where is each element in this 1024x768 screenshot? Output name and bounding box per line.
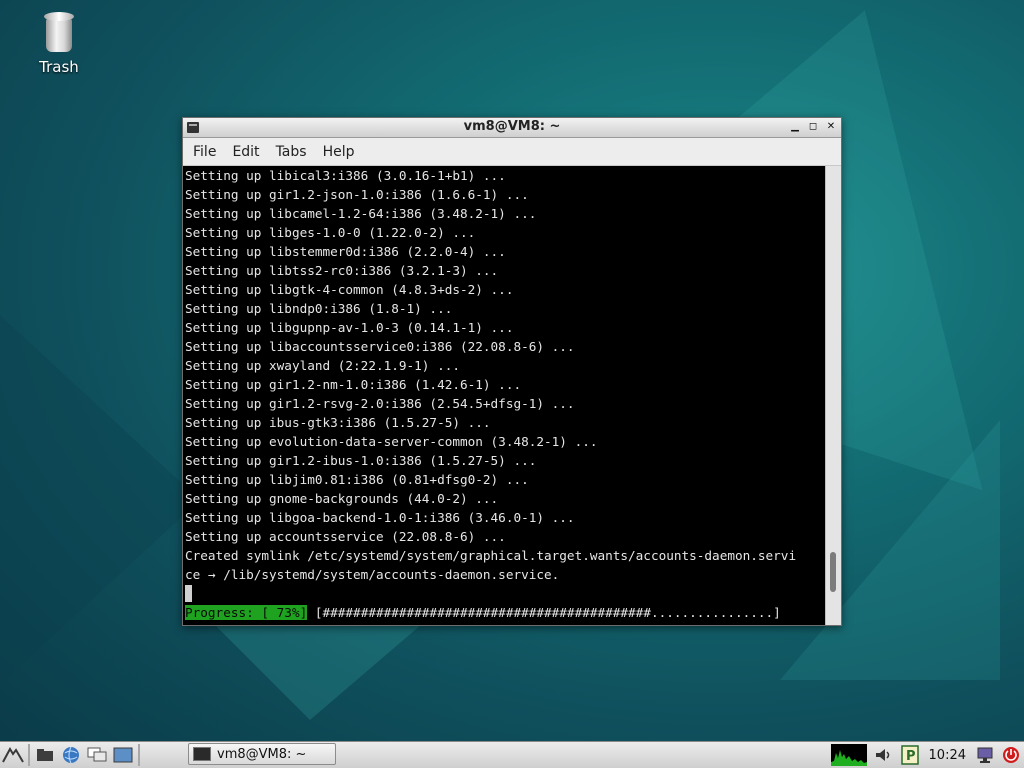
terminal-line: Setting up gir1.2-ibus-1.0:i386 (1.5.27-… [185, 453, 537, 468]
menu-help[interactable]: Help [315, 144, 363, 160]
terminal-scrollbar[interactable] [825, 166, 841, 625]
task-label: vm8@VM8: ~ [217, 746, 307, 762]
terminal-line: Setting up xwayland (2:22.1.9-1) ... [185, 358, 460, 373]
menu-edit[interactable]: Edit [224, 144, 267, 160]
progress-line: Progress: [ 73%] [######################… [185, 603, 828, 622]
menu-icon[interactable] [0, 743, 26, 767]
power-icon[interactable] [1000, 744, 1022, 766]
terminal-window[interactable]: vm8@VM8: ~ ▁ ◻ ✕ File Edit Tabs Help Set… [182, 117, 842, 626]
menu-file[interactable]: File [185, 144, 224, 160]
wallpaper-shape [0, 260, 200, 740]
terminal-line: Setting up gir1.2-rsvg-2.0:i386 (2.54.5+… [185, 396, 575, 411]
terminal-icon [193, 747, 211, 761]
terminal-line: Setting up libgoa-backend-1.0-1:i386 (3.… [185, 510, 575, 525]
folder-icon[interactable] [32, 743, 58, 767]
taskbar-task-terminal[interactable]: vm8@VM8: ~ [188, 743, 336, 765]
clock[interactable]: 10:24 [923, 748, 972, 763]
terminal-line: Setting up libgupnp-av-1.0-3 (0.14.1-1) … [185, 320, 514, 335]
terminal-cursor [185, 585, 192, 602]
terminal-line: Setting up accountsservice (22.08.8-6) .… [185, 529, 506, 544]
terminal-output[interactable]: Setting up libical3:i386 (3.0.16-1+b1) .… [183, 166, 828, 625]
maximize-button[interactable]: ◻ [806, 119, 820, 135]
terminal-line: Setting up gir1.2-json-1.0:i386 (1.6.6-1… [185, 187, 529, 202]
desktop-icon-label: Trash [39, 58, 79, 76]
network-icon[interactable] [974, 744, 996, 766]
desktop-icon-trash[interactable]: Trash [28, 12, 90, 76]
terminal-cursor-line [185, 584, 828, 603]
terminal-line: Setting up libjim0.81:i386 (0.81+dfsg0-2… [185, 472, 529, 487]
menu-tabs[interactable]: Tabs [268, 144, 315, 160]
terminal-line: Setting up libges-1.0-0 (1.22.0-2) ... [185, 225, 476, 240]
terminal-line: Setting up libndp0:i386 (1.8-1) ... [185, 301, 453, 316]
svg-text:P: P [906, 749, 916, 764]
menu-bar: File Edit Tabs Help [183, 138, 841, 166]
close-button[interactable]: ✕ [824, 119, 838, 135]
terminal-line: Setting up evolution-data-server-common … [185, 434, 598, 449]
window-titlebar[interactable]: vm8@VM8: ~ ▁ ◻ ✕ [183, 118, 841, 138]
terminal-line: Setting up gnome-backgrounds (44.0-2) ..… [185, 491, 499, 506]
scrollbar-thumb[interactable] [830, 552, 836, 592]
terminal-line: Setting up libgtk-4-common (4.8.3+ds-2) … [185, 282, 514, 297]
trash-icon [44, 12, 74, 54]
terminal-line: Setting up gir1.2-nm-1.0:i386 (1.42.6-1)… [185, 377, 522, 392]
progress-bar-text: [#######################################… [314, 605, 781, 620]
progress-label: Progress: [ 73%] [185, 605, 308, 620]
desktop-icon[interactable] [110, 743, 136, 767]
terminal-line: Setting up libaccountsservice0:i386 (22.… [185, 339, 575, 354]
terminal-line: Setting up libcamel-1.2-64:i386 (3.48.2-… [185, 206, 537, 221]
window-switch-icon[interactable] [84, 743, 110, 767]
web-browser-icon[interactable] [58, 743, 84, 767]
volume-icon[interactable] [873, 744, 895, 766]
terminal-line: Created symlink /etc/systemd/system/grap… [185, 548, 797, 563]
window-title: vm8@VM8: ~ [463, 119, 561, 134]
cpu-monitor-icon[interactable] [830, 744, 867, 766]
terminal-line: ce → /lib/systemd/system/accounts-daemon… [185, 567, 560, 582]
terminal-line: Setting up libical3:i386 (3.0.16-1+b1) .… [185, 168, 506, 183]
taskbar: vm8@VM8: ~ P 10:24 [0, 741, 1024, 768]
minimize-button[interactable]: ▁ [788, 119, 802, 135]
terminal-line: Setting up libtss2-rc0:i386 (3.2.1-3) ..… [185, 263, 499, 278]
parcellite-icon[interactable]: P [899, 744, 921, 766]
terminal-line: Setting up libstemmer0d:i386 (2.2.0-4) .… [185, 244, 506, 259]
terminal-line: Setting up ibus-gtk3:i386 (1.5.27-5) ... [185, 415, 491, 430]
